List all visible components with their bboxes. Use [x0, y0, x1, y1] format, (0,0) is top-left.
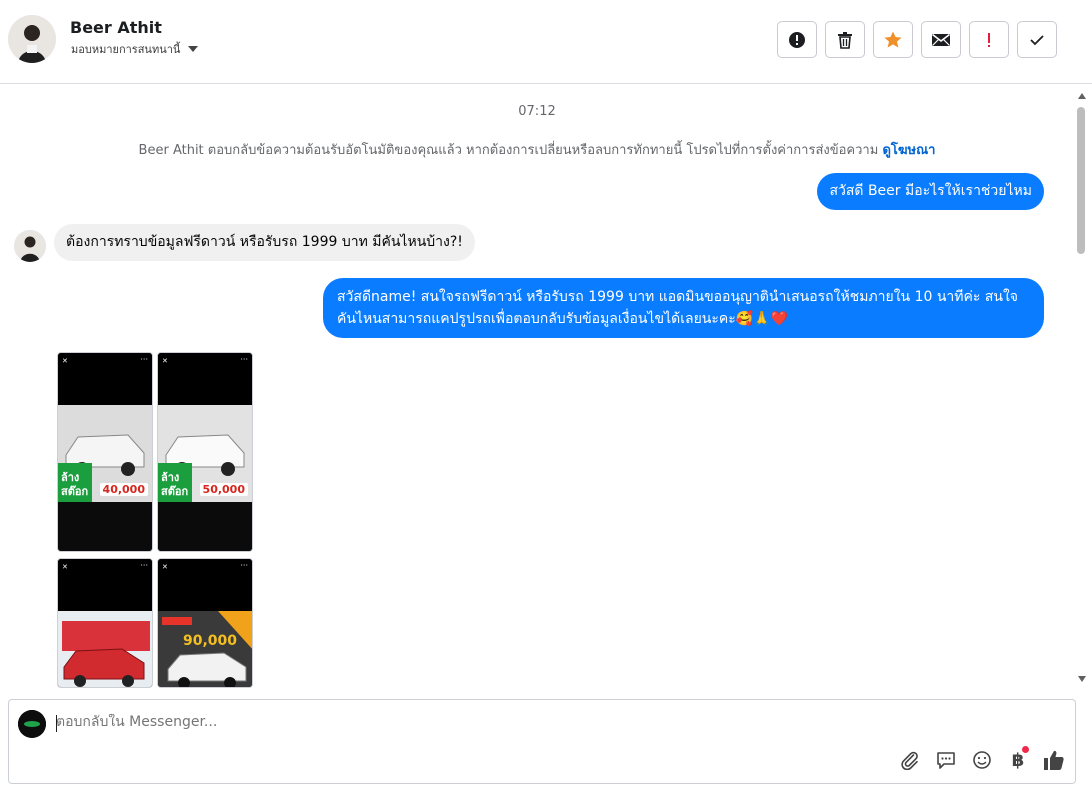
- messenger-inbox-app: Beer Athit มอบหมายการสนทนานี้ 07:12 Beer…: [0, 0, 1092, 790]
- scroll-down-arrow-icon[interactable]: [1078, 676, 1086, 682]
- gallery-image[interactable]: ✕ ··· ล้าง สต๊อก 40,000: [57, 352, 153, 552]
- assign-label: มอบหมายการสนทนานี้: [71, 43, 181, 56]
- saved-replies-button[interactable]: [935, 749, 957, 771]
- system-note-text: Beer Athit ตอบกลับข้อความต้อนรับอัตโนมัต…: [138, 143, 879, 158]
- page-avatar: [18, 710, 46, 738]
- caret-down-icon: [188, 46, 199, 52]
- follow-up-button[interactable]: [969, 21, 1009, 58]
- message-composer: ฿: [8, 699, 1076, 784]
- scroll-up-arrow-icon[interactable]: [1078, 93, 1086, 99]
- emoji-icon: [973, 751, 991, 769]
- check-icon: [1030, 34, 1044, 45]
- envelope-icon: [932, 33, 950, 46]
- system-note: Beer Athit ตอบกลับข้อความต้อนรับอัตโนมัต…: [0, 139, 1074, 160]
- paperclip-icon: [901, 751, 918, 770]
- contact-name: Beer Athit: [70, 18, 162, 37]
- gallery-image[interactable]: ✕ ··· 90,000: [157, 558, 253, 688]
- alert-circle-icon: [789, 31, 805, 48]
- message-bubble-outgoing[interactable]: สวัสดี Beer มีอะไรให้เราช่วยไหม: [817, 173, 1044, 210]
- contact-avatar[interactable]: [8, 15, 56, 63]
- like-button[interactable]: [1043, 749, 1065, 771]
- composer-tools: ฿: [899, 746, 1065, 771]
- thread-scrollbar[interactable]: [1076, 90, 1088, 685]
- baht-icon: ฿: [1011, 749, 1025, 771]
- message-thread[interactable]: 07:12 Beer Athit ตอบกลับข้อความต้อนรับอั…: [0, 85, 1074, 688]
- conversation-header: Beer Athit มอบหมายการสนทนานี้: [0, 0, 1092, 84]
- scrollbar-thumb[interactable]: [1077, 107, 1085, 254]
- svg-text:สต๊อก: สต๊อก: [161, 485, 188, 498]
- message-bubble-outgoing[interactable]: สวัสดีname! สนใจรถฟรีดาวน์ หรือรับรถ 199…: [323, 278, 1044, 338]
- delete-button[interactable]: [825, 21, 865, 58]
- gallery-image[interactable]: ✕ ··· ล้าง สต๊อก 50,000: [157, 352, 253, 552]
- notification-dot: [1022, 746, 1029, 753]
- price-label: 40,000: [99, 483, 148, 496]
- emoji-button[interactable]: [971, 749, 993, 771]
- star-button[interactable]: [873, 21, 913, 58]
- thumbs-up-icon: [1044, 750, 1064, 770]
- gallery-image[interactable]: ✕ ···: [57, 558, 153, 688]
- trash-icon: [838, 31, 852, 49]
- price-label: 90,000: [182, 633, 237, 649]
- conversation-toolbar: [777, 21, 1057, 58]
- svg-text:สต๊อก: สต๊อก: [61, 485, 88, 498]
- assign-conversation-dropdown[interactable]: มอบหมายการสนทนานี้: [71, 40, 199, 58]
- spam-button[interactable]: [777, 21, 817, 58]
- svg-text:ล้าง: ล้าง: [161, 471, 179, 484]
- payment-button[interactable]: ฿: [1007, 746, 1029, 771]
- reply-input[interactable]: [56, 714, 856, 730]
- attach-button[interactable]: [899, 749, 921, 771]
- message-bubble-incoming[interactable]: ต้องการทราบข้อมูลฟรีดาวน์ หรือรับรถ 1999…: [54, 224, 475, 261]
- star-icon: [884, 31, 902, 48]
- svg-text:ล้าง: ล้าง: [61, 471, 79, 484]
- contact-avatar-small: [14, 230, 46, 262]
- exclamation-icon: [988, 32, 990, 47]
- price-label: 50,000: [199, 483, 248, 496]
- saved-replies-icon: [937, 752, 955, 769]
- view-ad-link[interactable]: ดูโฆษณา: [882, 143, 935, 158]
- done-button[interactable]: [1017, 21, 1057, 58]
- mark-unread-button[interactable]: [921, 21, 961, 58]
- message-timestamp: 07:12: [518, 104, 556, 119]
